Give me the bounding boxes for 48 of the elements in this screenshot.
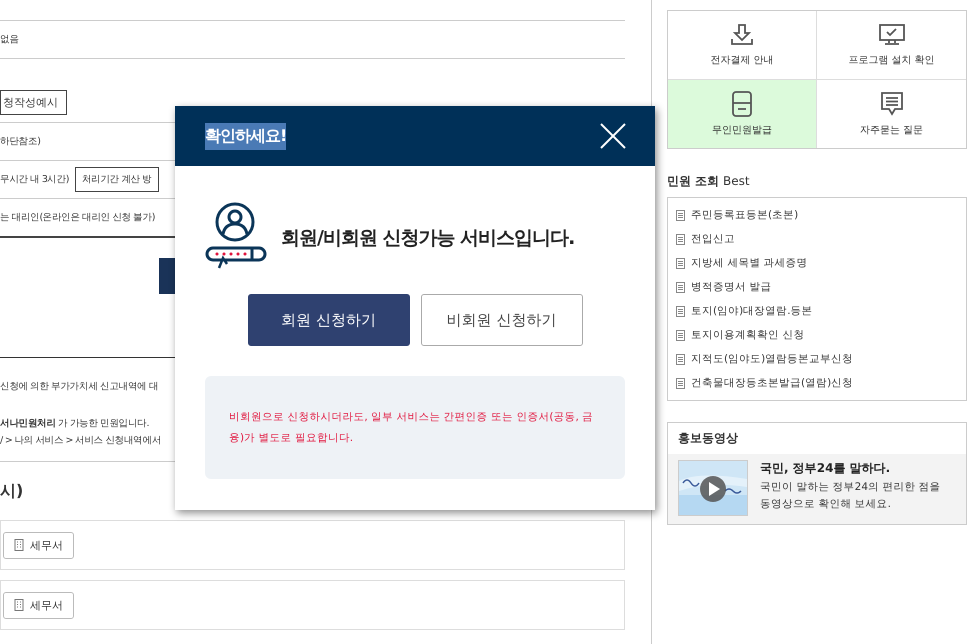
best-list-item[interactable]: 토지이용계획확인 신청 bbox=[676, 323, 956, 347]
best-list-item[interactable]: 건축물대장등초본발급(열람)신청 bbox=[676, 371, 956, 395]
row-text: 는 대리인(온라인은 대리인 신청 불가) bbox=[0, 211, 155, 224]
best-list-item[interactable]: 병적증명서 발급 bbox=[676, 275, 956, 299]
kiosk-icon bbox=[732, 91, 752, 117]
document-icon bbox=[676, 210, 685, 220]
dialog-title: 확인하세요! bbox=[205, 122, 286, 150]
section-title: 시) bbox=[0, 480, 24, 502]
building-icon bbox=[14, 539, 24, 551]
document-icon bbox=[676, 354, 685, 364]
calculation-button[interactable]: 처리기간 계산 방 bbox=[74, 167, 159, 192]
document-icon bbox=[676, 282, 685, 292]
document-icon bbox=[676, 378, 685, 388]
note-text: 서나민원처리 가 가능한 민원입니다. bbox=[0, 417, 149, 430]
best-list-item[interactable]: 주민등록표등본(초본) bbox=[676, 203, 956, 227]
row-text: 무시간 내 3시간) bbox=[0, 173, 69, 186]
chat-icon bbox=[880, 91, 904, 117]
video-description: 동영상으로 확인해 보세요. bbox=[760, 497, 892, 511]
member-apply-button[interactable]: 회원 신청하기 bbox=[248, 294, 410, 346]
document-icon bbox=[676, 234, 685, 244]
guest-apply-button[interactable]: 비회원 신청하기 bbox=[420, 294, 582, 346]
best-list-item[interactable]: 지적도(임야도)열람등본교부신청 bbox=[676, 347, 956, 371]
video-headline[interactable]: 국민, 정부24를 말하다. bbox=[760, 460, 941, 477]
row-text: 하단참조) bbox=[0, 135, 40, 148]
quick-menu-item[interactable]: 무인민원발급 bbox=[668, 80, 817, 148]
quick-menu-item[interactable]: 프로그램 설치 확인 bbox=[817, 11, 966, 80]
monitor-icon bbox=[878, 23, 904, 47]
example-button[interactable]: 청작성예시 bbox=[0, 90, 67, 115]
building-icon bbox=[14, 599, 24, 611]
video-description: 국민이 말하는 정부24의 편리한 점을 bbox=[760, 480, 941, 494]
quick-menu-item[interactable]: 자주묻는 질문 bbox=[817, 80, 966, 148]
document-icon bbox=[676, 258, 685, 268]
best-list-item[interactable]: 토지(임야)대장열람.등본 bbox=[676, 299, 956, 323]
note-text: 신청에 의한 부가가치세 신고내역에 대 bbox=[0, 380, 158, 393]
best-title: 민원 조회 Best bbox=[667, 173, 751, 190]
best-list-item[interactable]: 전입신고 bbox=[676, 227, 956, 251]
office-button[interactable]: 세무서 bbox=[3, 592, 74, 618]
office-button[interactable]: 세무서 bbox=[3, 532, 74, 558]
row-text: 없음 bbox=[0, 33, 19, 46]
notice-text: 비회원으로 신청하시더라도, 일부 서비스는 간편인증 또는 인증서(공동, 금융)가 별도로 필요합니다. bbox=[229, 410, 594, 446]
video-title: 홍보동영상 bbox=[677, 430, 739, 447]
document-icon bbox=[676, 306, 685, 316]
download-icon bbox=[730, 23, 754, 47]
document-icon bbox=[676, 330, 685, 340]
dialog-message: 회원/비회원 신청가능 서비스입니다. bbox=[281, 226, 574, 251]
best-list-item[interactable]: 지방세 세목별 과세증명 bbox=[676, 251, 956, 275]
note-text: / > 나의 서비스 > 서비스 신청내역에서 bbox=[0, 434, 162, 447]
close-icon[interactable] bbox=[600, 123, 626, 149]
